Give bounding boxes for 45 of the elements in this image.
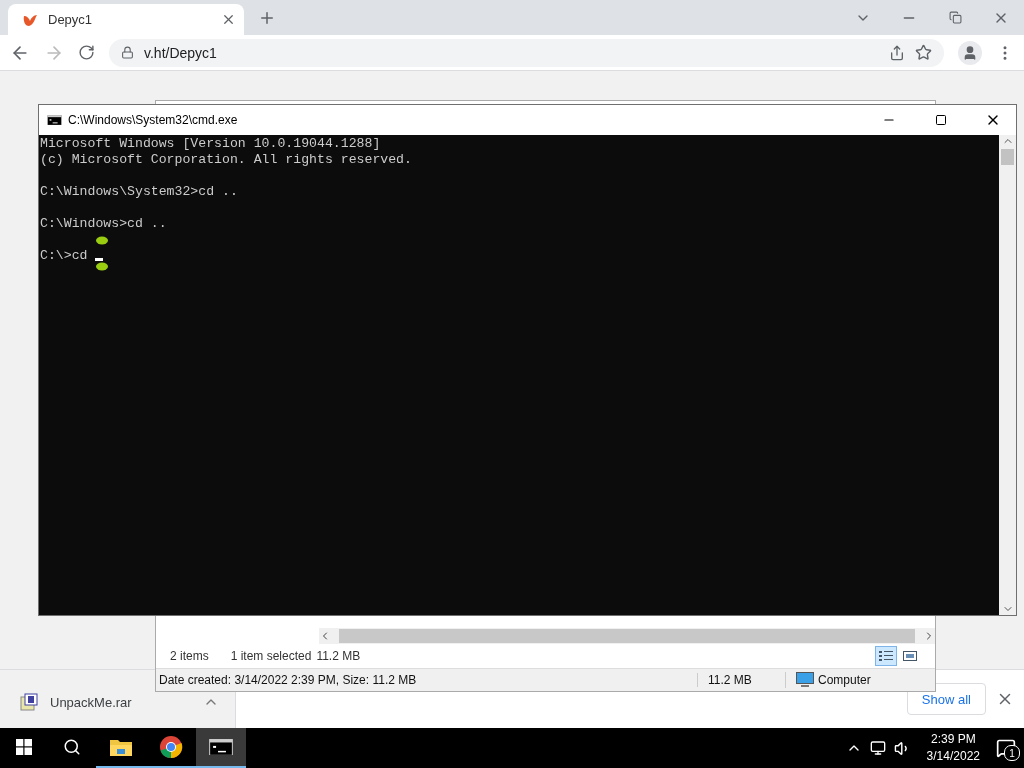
details-text: Date created: 3/14/2022 2:39 PM, Size: 11.2 MB — [158, 673, 418, 687]
console-line: C:\Windows>cd .. — [40, 216, 167, 231]
selection-size: 11.2 MB — [316, 649, 361, 663]
star-icon[interactable] — [915, 44, 932, 61]
close-icon[interactable] — [221, 12, 236, 27]
window-title: C:\Windows\System32\cmd.exe — [68, 113, 238, 127]
address-text: v.ht/Depyc1 — [144, 44, 217, 61]
marker-icon — [96, 262, 108, 271]
console-icon — [209, 738, 233, 756]
folder-icon — [109, 737, 133, 757]
console-line: (c) Microsoft Corporation. All rights reserved. — [40, 152, 412, 167]
share-icon[interactable] — [889, 44, 905, 61]
location-text: Computer — [818, 673, 871, 687]
vertical-scrollbar[interactable] — [999, 135, 1016, 615]
computer-icon — [796, 672, 814, 688]
preview-pane-icon — [903, 650, 917, 662]
selection-count: 1 item selected — [230, 649, 312, 663]
profile-icon[interactable] — [958, 40, 982, 65]
archive-file-icon — [20, 693, 38, 711]
clock[interactable]: 2:39 PM 3/14/2022 — [918, 731, 988, 765]
reload-icon[interactable] — [78, 44, 95, 61]
scrollbar-thumb[interactable] — [1001, 149, 1014, 165]
console-icon — [47, 114, 62, 126]
network-icon[interactable] — [869, 740, 886, 756]
console-line: C:\>cd — [40, 248, 88, 263]
details-view-button[interactable] — [875, 646, 897, 666]
flame-icon — [22, 12, 38, 27]
item-count: 2 items — [170, 649, 209, 663]
console-line: C:\Windows\System32>cd .. — [40, 184, 238, 199]
taskbar-app[interactable] — [196, 728, 246, 768]
size-text: 11.2 MB — [708, 673, 752, 687]
lock-icon — [121, 46, 134, 59]
chrome-logo-icon — [159, 735, 183, 759]
notification-count: 1 — [1004, 745, 1020, 761]
marker-icon — [96, 236, 108, 245]
file-name: UnpackMe.rar — [50, 694, 132, 710]
address-bar[interactable]: v.ht/Depyc1 — [109, 38, 944, 67]
windows-logo-icon[interactable] — [16, 739, 32, 755]
download-item[interactable]: UnpackMe.rar — [20, 693, 219, 711]
browser-tab[interactable]: Depyc1 — [8, 4, 244, 35]
details-list-icon — [879, 650, 893, 662]
search-icon — [63, 738, 81, 756]
tab-title: Depyc1 — [48, 12, 93, 27]
text-cursor — [95, 258, 104, 261]
console-line: Microsoft Windows [Version 10.0.19044.1288] — [40, 136, 381, 151]
